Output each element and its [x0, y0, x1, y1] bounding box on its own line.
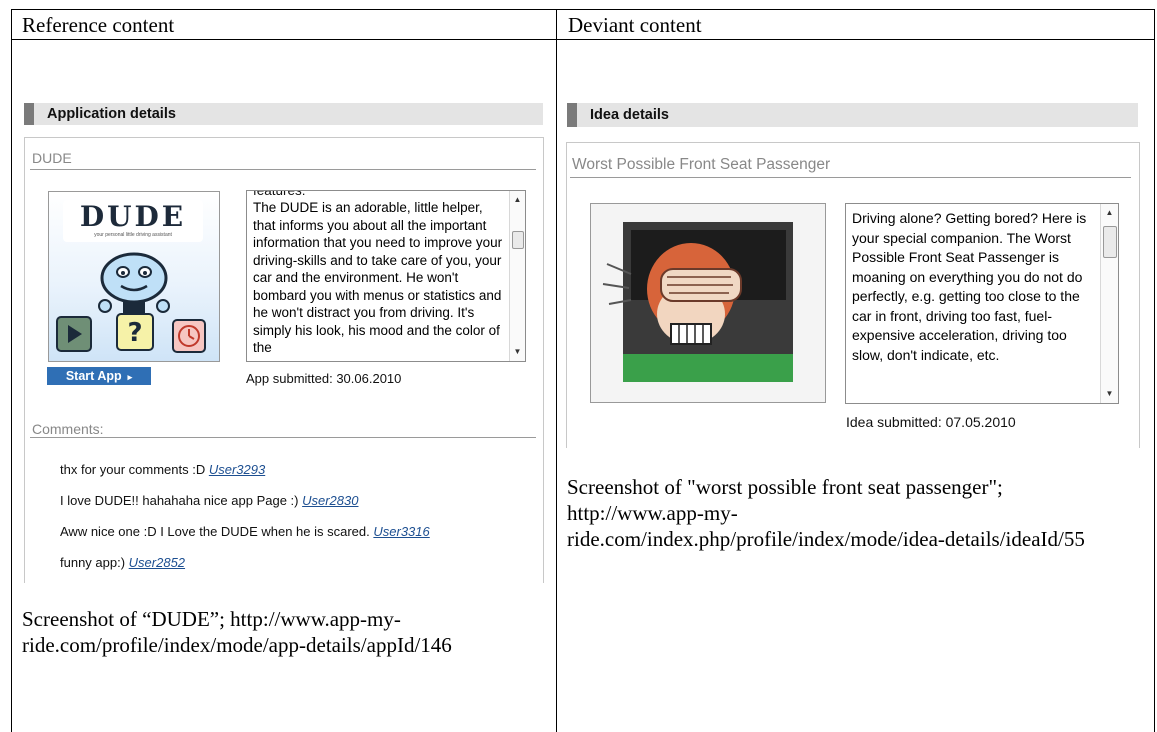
left-caption: Screenshot of “DUDE”; http://www.app-my-…: [22, 607, 452, 657]
scroll-up-icon[interactable]: ▲: [1101, 206, 1118, 220]
app-submitted-date: App submitted: 30.06.2010: [246, 371, 402, 386]
dude-logo-image: DUDE your personal little driving assist…: [48, 191, 220, 362]
application-details-bar: Application details: [24, 103, 543, 125]
comment-user-link[interactable]: User2830: [302, 493, 358, 508]
column-divider: [556, 10, 557, 732]
start-app-label: Start App: [65, 369, 122, 383]
header-divider: [12, 39, 1154, 40]
svg-text:?: ?: [127, 318, 142, 348]
comment-text: Aww nice one :D I Love the DUDE when he …: [60, 524, 370, 539]
comment-user-link[interactable]: User3316: [373, 524, 429, 539]
scroll-up-icon[interactable]: ▲: [510, 193, 525, 207]
passenger-image: [590, 203, 826, 403]
section-accent: [24, 103, 34, 125]
right-column-header: Deviant content: [568, 13, 702, 37]
application-details-title: Application details: [47, 106, 176, 122]
idea-details-bar: Idea details: [567, 103, 1138, 127]
section-accent: [567, 103, 577, 127]
comment-item: funny app:) User2852: [60, 555, 185, 570]
comment-user-link[interactable]: User3293: [209, 462, 265, 477]
app-name-rule: [30, 169, 536, 170]
comment-text: I love DUDE!! hahahaha nice app Page :): [60, 493, 299, 508]
comments-rule: [30, 437, 536, 438]
idea-name: Worst Possible Front Seat Passenger: [572, 156, 831, 173]
comments-label: Comments:: [32, 421, 104, 437]
idea-description-box[interactable]: Driving alone? Getting bored? Here is yo…: [845, 203, 1119, 404]
left-column-header: Reference content: [22, 13, 175, 37]
comment-user-link[interactable]: User2852: [129, 555, 185, 570]
arrow-right-icon: ▸: [125, 372, 133, 382]
app-name: DUDE: [32, 150, 72, 166]
idea-description: Driving alone? Getting bored? Here is yo…: [852, 210, 1087, 363]
app-description-box[interactable]: features: The DUDE is an adorable, littl…: [246, 190, 526, 362]
scroll-thumb[interactable]: [512, 231, 524, 249]
passenger-illustration-icon: [602, 222, 793, 382]
idea-details-title: Idea details: [590, 107, 669, 123]
scroll-down-icon[interactable]: ▼: [1101, 387, 1118, 401]
right-caption: Screenshot of "worst possible front seat…: [567, 475, 1085, 551]
idea-name-rule: [570, 177, 1131, 178]
scroll-thumb[interactable]: [1103, 226, 1117, 258]
comment-item: thx for your comments :D User3293: [60, 462, 265, 477]
description-scrollbar[interactable]: ▲ ▼: [1100, 204, 1118, 403]
scroll-down-icon[interactable]: ▼: [510, 345, 525, 359]
idea-submitted-date: Idea submitted: 07.05.2010: [846, 414, 1016, 430]
description-scrollbar[interactable]: ▲ ▼: [509, 191, 525, 361]
comment-item: Aww nice one :D I Love the DUDE when he …: [60, 524, 430, 539]
app-description: The DUDE is an adorable, little helper, …: [253, 200, 503, 355]
comment-item: I love DUDE!! hahahaha nice app Page :) …: [60, 493, 358, 508]
start-app-button[interactable]: Start App ▸: [47, 367, 151, 385]
dude-character-icon: ?: [56, 252, 206, 353]
comment-text: funny app:): [60, 555, 126, 570]
comment-text: thx for your comments :D: [60, 462, 206, 477]
